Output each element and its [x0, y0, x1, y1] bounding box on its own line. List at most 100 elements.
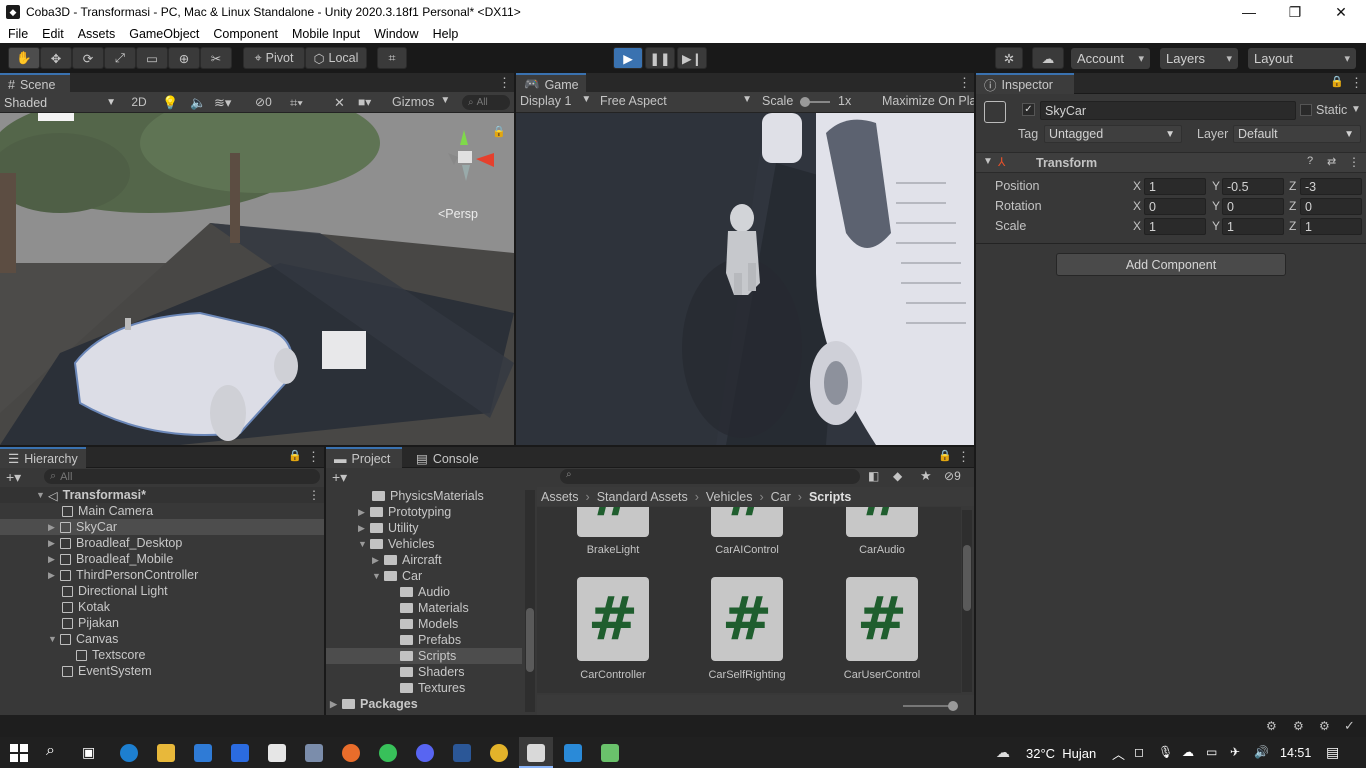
- tree-item[interactable]: Models: [400, 616, 458, 632]
- favorite-icon[interactable]: ★: [920, 468, 932, 484]
- asset-label-carselfrighting[interactable]: CarSelfRighting: [692, 669, 802, 681]
- unity-icon[interactable]: [527, 744, 545, 762]
- menu-assets[interactable]: Assets: [70, 27, 122, 41]
- weather-text[interactable]: 32°C Hujan: [1026, 746, 1096, 761]
- asset-label-carusercontrol[interactable]: CarUserControl: [827, 669, 937, 681]
- edge-icon[interactable]: [120, 744, 138, 762]
- task-view-icon[interactable]: ▣: [82, 744, 95, 761]
- position-x-label[interactable]: X: [1133, 179, 1141, 193]
- pause-button[interactable]: ❚❚: [645, 47, 675, 69]
- script-file-icon[interactable]: #: [846, 577, 918, 661]
- weather-icon[interactable]: ☁: [996, 744, 1010, 761]
- minimize-button[interactable]: —: [1226, 0, 1272, 24]
- search-type-icon[interactable]: ◧: [868, 469, 879, 483]
- scale-y-label[interactable]: Y: [1212, 219, 1220, 233]
- tree-scroll-thumb[interactable]: [526, 608, 534, 672]
- zoom-slider-thumb[interactable]: [948, 701, 958, 711]
- collab-icon[interactable]: ✲: [995, 47, 1023, 69]
- hierarchy-item-textscore[interactable]: Textscore: [76, 647, 146, 663]
- asset-scroll-thumb[interactable]: [963, 545, 971, 611]
- lighting-icon[interactable]: 💡: [162, 95, 178, 111]
- rotation-x-label[interactable]: X: [1133, 199, 1141, 213]
- cloud-icon[interactable]: ☁: [1032, 47, 1064, 69]
- aspect-dropdown[interactable]: Free Aspect ▼: [600, 94, 754, 108]
- tree-item[interactable]: Prefabs: [400, 632, 461, 648]
- tab-console[interactable]: ▤ Console: [408, 447, 488, 468]
- chrome-icon[interactable]: [490, 744, 508, 762]
- persp-label[interactable]: <Persp: [438, 207, 478, 221]
- scene-view[interactable]: <Persp 🔒: [0, 113, 514, 445]
- object-name-field[interactable]: SkyCar: [1040, 101, 1296, 120]
- chevron-down-icon[interactable]: ▼: [1351, 104, 1361, 115]
- rotation-z-field[interactable]: 0: [1300, 198, 1362, 215]
- pivot-toggle[interactable]: ⌖ Pivot: [243, 47, 305, 69]
- scene-more-icon[interactable]: ⋮: [498, 75, 511, 91]
- lock-icon[interactable]: 🔒: [288, 449, 302, 462]
- tree-item[interactable]: Shaders: [400, 664, 465, 680]
- static-checkbox[interactable]: [1300, 104, 1312, 116]
- transform-header[interactable]: ▼ ⅄ Transform ? ⇄ ⋮: [976, 152, 1366, 173]
- onedrive-icon[interactable]: ☁: [1182, 745, 1194, 759]
- lock-icon[interactable]: 🔒: [938, 449, 952, 462]
- scale-z-field[interactable]: 1: [1300, 218, 1362, 235]
- tree-item[interactable]: ▼ Vehicles: [358, 536, 435, 552]
- tree-item-packages[interactable]: ▶ Packages: [330, 696, 418, 712]
- hand-tool-icon[interactable]: ✋: [8, 47, 40, 69]
- tab-project[interactable]: ▬ Project: [326, 447, 402, 468]
- discord-icon[interactable]: [416, 744, 434, 762]
- windows-start-icon[interactable]: [10, 744, 28, 762]
- shading-dropdown[interactable]: Shaded ▼: [4, 94, 118, 111]
- gizmos-dropdown[interactable]: Gizmos ▼: [392, 95, 454, 109]
- menu-gameobject[interactable]: GameObject: [121, 27, 205, 41]
- create-plus-icon[interactable]: +▾: [332, 469, 347, 486]
- tree-item[interactable]: PhysicsMaterials: [372, 488, 484, 504]
- restore-button[interactable]: ❐: [1272, 0, 1318, 24]
- breadcrumb-standard-assets[interactable]: Standard Assets: [597, 490, 688, 504]
- close-button[interactable]: ✕: [1318, 0, 1364, 24]
- hierarchy-item-broadleaf-mobile[interactable]: ▶ Broadleaf_Mobile: [48, 551, 173, 567]
- hierarchy-more-icon[interactable]: ⋮: [307, 449, 320, 465]
- file-explorer-icon[interactable]: [157, 744, 175, 762]
- menu-file[interactable]: File: [0, 27, 34, 41]
- scene-search-input[interactable]: ⌕ All: [462, 95, 510, 110]
- rect-tool-icon[interactable]: ▭: [136, 47, 168, 69]
- tab-inspector[interactable]: ⓘ Inspector: [976, 73, 1074, 94]
- help-icon[interactable]: ?: [1307, 155, 1313, 167]
- clock-time[interactable]: 14:51: [1280, 746, 1311, 760]
- scene-gizmo-icon[interactable]: [440, 125, 496, 185]
- move-tool-icon[interactable]: ✥: [40, 47, 72, 69]
- hierarchy-item-main-camera[interactable]: Main Camera: [62, 503, 153, 519]
- tree-item[interactable]: ▶ Prototyping: [358, 504, 451, 520]
- scale-x-field[interactable]: 1: [1144, 218, 1206, 235]
- position-z-label[interactable]: Z: [1289, 179, 1296, 193]
- position-x-field[interactable]: 1: [1144, 178, 1206, 195]
- add-component-button[interactable]: Add Component: [1056, 253, 1286, 276]
- breadcrumb-vehicles[interactable]: Vehicles: [706, 490, 753, 504]
- vscode-icon[interactable]: [564, 744, 582, 762]
- notification-icon[interactable]: ▤: [1326, 744, 1339, 761]
- menu-component[interactable]: Component: [205, 27, 284, 41]
- project-search-input[interactable]: ⌕: [560, 469, 860, 484]
- hierarchy-item-broadleaf-desktop[interactable]: ▶ Broadleaf_Desktop: [48, 535, 182, 551]
- paint-icon[interactable]: [601, 744, 619, 762]
- asset-label-carcontroller[interactable]: CarController: [558, 669, 668, 681]
- menu-help[interactable]: Help: [425, 27, 465, 41]
- chevron-up-icon[interactable]: ︿: [1112, 744, 1125, 763]
- custom-tool-icon[interactable]: ✂: [200, 47, 232, 69]
- hidden-packages-toggle[interactable]: ⊘ 9: [944, 469, 961, 483]
- hierarchy-item-skycar[interactable]: ▶ SkyCar: [48, 519, 117, 535]
- tree-scrollbar[interactable]: [525, 490, 535, 712]
- grid-snap-icon[interactable]: ⌗: [377, 47, 407, 69]
- tree-item[interactable]: Audio: [400, 584, 450, 600]
- rotate-tool-icon[interactable]: ⟳: [72, 47, 104, 69]
- hierarchy-item-eventsystem[interactable]: EventSystem: [62, 663, 152, 679]
- network-icon[interactable]: ✈: [1230, 745, 1240, 759]
- tree-item[interactable]: Textures: [400, 680, 465, 696]
- active-checkbox[interactable]: ✓: [1022, 103, 1035, 116]
- script-file-icon[interactable]: #: [577, 577, 649, 661]
- firefox-icon[interactable]: [342, 744, 360, 762]
- menu-edit[interactable]: Edit: [34, 27, 70, 41]
- account-dropdown[interactable]: Account: [1071, 48, 1150, 69]
- play-button[interactable]: ▶: [613, 47, 643, 69]
- volume-icon[interactable]: 🔊: [1254, 745, 1269, 759]
